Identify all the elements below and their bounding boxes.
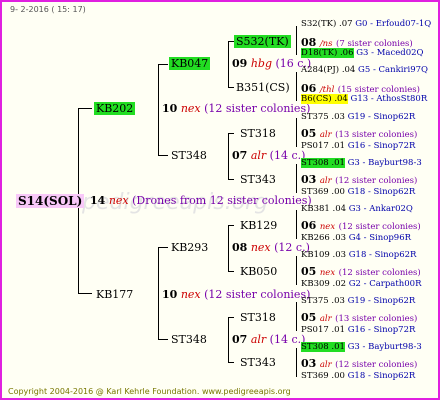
g4-queen-4[interactable]: B6(CS) .04 G13 - AthosSt80R xyxy=(301,94,427,104)
g3-queen-4[interactable]: ST343 xyxy=(240,174,276,185)
connector xyxy=(158,155,168,156)
connector xyxy=(228,362,234,363)
connector xyxy=(296,26,297,55)
g4-queen-16[interactable]: ST369 .00 G18 - Sinop62R xyxy=(301,372,415,381)
connector xyxy=(296,348,297,377)
g3-queen-5[interactable]: KB129 xyxy=(240,220,277,231)
connector xyxy=(296,302,297,331)
g3-queen-7[interactable]: ST318 xyxy=(240,312,276,323)
sire-line: 10 nex (12 sister colonies) xyxy=(162,288,311,301)
connector xyxy=(296,210,297,239)
sire-sire-queen[interactable]: ST348 xyxy=(171,334,207,345)
connector xyxy=(228,225,234,226)
pedigree-chart: 9- 2-2016 ( 15: 17) pedigreeapis.org S14… xyxy=(0,0,440,400)
root-mark: nex xyxy=(108,194,129,207)
g4-queen-5[interactable]: ST375 .03 G19 - Sinop62R xyxy=(301,113,415,122)
g4-queen-15[interactable]: ST308 .01 G3 - Bayburt98-3 xyxy=(301,342,422,352)
g3-queen-3[interactable]: ST318 xyxy=(240,128,276,139)
root-queen[interactable]: S14(SOL) xyxy=(16,194,85,208)
g3-line-2: 06 /thl (15 sister colonies) xyxy=(301,82,420,95)
g3-line-7: 05 alr (13 sister colonies) xyxy=(301,311,418,324)
g4-queen-7[interactable]: ST308 .01 G3 - Bayburt98-3 xyxy=(301,158,422,168)
root-note: (Drones from 12 sister colonies) xyxy=(132,194,312,207)
g4-queen-10[interactable]: KB266 .03 G4 - Sinop96R xyxy=(301,234,411,243)
connector xyxy=(228,133,229,180)
g3-queen-2[interactable]: B351(CS) xyxy=(236,82,290,93)
g3-line-6: 05 nex (12 sister colonies) xyxy=(301,265,421,278)
sire-dam-queen[interactable]: KB293 xyxy=(171,242,208,253)
connector xyxy=(78,293,92,294)
g3-line-5: 06 nex (12 sister colonies) xyxy=(301,219,421,232)
root-line: 14 nex (Drones from 12 sister colonies) xyxy=(90,195,312,206)
g4-queen-14[interactable]: PS017 .01 G16 - Sinop72R xyxy=(301,326,415,335)
dam-queen[interactable]: KB202 xyxy=(94,102,136,115)
g4-queen-12[interactable]: KB309 .02 G2 - Carpath00R xyxy=(301,280,421,289)
sire-queen[interactable]: KB177 xyxy=(94,288,135,301)
connector xyxy=(158,247,159,340)
connector xyxy=(228,317,229,363)
g4-queen-13[interactable]: ST375 .03 G19 - Sinop62R xyxy=(301,297,415,306)
dam-dam-line: 09 hbg (16 c.) xyxy=(232,57,312,70)
g4-queen-11[interactable]: KB109 .03 G18 - Sinop62R xyxy=(301,251,416,260)
g3-line-1: 08 /ns (7 sister colonies) xyxy=(301,36,413,49)
connector xyxy=(296,118,297,147)
g4-queen-8[interactable]: ST369 .00 G18 - Sinop62R xyxy=(301,188,415,197)
connector xyxy=(78,108,92,109)
g4-queen-3[interactable]: A284(PJ) .04 G5 - Cankiri97Q xyxy=(301,66,428,75)
g3-queen-8[interactable]: ST343 xyxy=(240,357,276,368)
connector xyxy=(228,179,234,180)
connector xyxy=(158,247,168,248)
copyright-footer: Copyright 2004-2016 @ Karl Kehrle Founda… xyxy=(8,387,291,396)
sire-sire-line: 07 alr (14 c.) xyxy=(232,333,306,346)
connector xyxy=(228,87,234,88)
connector xyxy=(296,256,297,285)
dam-sire-line: 07 alr (14 c.) xyxy=(232,149,306,162)
g4-queen-9[interactable]: KB381 .04 G3 - Ankar02Q xyxy=(301,205,413,214)
connector xyxy=(158,339,168,340)
g4-queen-6[interactable]: PS017 .01 G16 - Sinop72R xyxy=(301,142,415,151)
dam-line: 10 nex (12 sister colonies) xyxy=(162,102,311,115)
connector xyxy=(296,164,297,193)
dam-sire-queen[interactable]: ST348 xyxy=(171,150,207,161)
root-year: 14 xyxy=(90,194,106,207)
connector xyxy=(228,41,229,88)
print-date: 9- 2-2016 ( 15: 17) xyxy=(10,5,86,14)
connector xyxy=(296,72,297,101)
connector xyxy=(158,64,168,65)
g3-line-3: 05 alr (13 sister colonies) xyxy=(301,127,418,140)
connector xyxy=(228,225,229,272)
g4-queen-1[interactable]: S32(TK) .07 G0 - Erfoud07-1Q xyxy=(301,20,431,29)
g3-line-8: 03 alr (12 sister colonies) xyxy=(301,357,418,370)
g3-line-4: 03 alr (12 sister colonies) xyxy=(301,173,418,186)
connector xyxy=(228,133,234,134)
sire-dam-line: 08 nex (12 c.) xyxy=(232,241,310,254)
dam-dam-queen[interactable]: KB047 xyxy=(169,57,211,70)
g3-queen-1[interactable]: S532(TK) xyxy=(234,35,291,48)
connector xyxy=(228,317,234,318)
g4-queen-2[interactable]: D18(TK) .06 G3 - Maced02Q xyxy=(301,48,423,58)
connector xyxy=(158,64,159,156)
g3-queen-6[interactable]: KB050 xyxy=(240,266,277,277)
connector xyxy=(228,271,234,272)
